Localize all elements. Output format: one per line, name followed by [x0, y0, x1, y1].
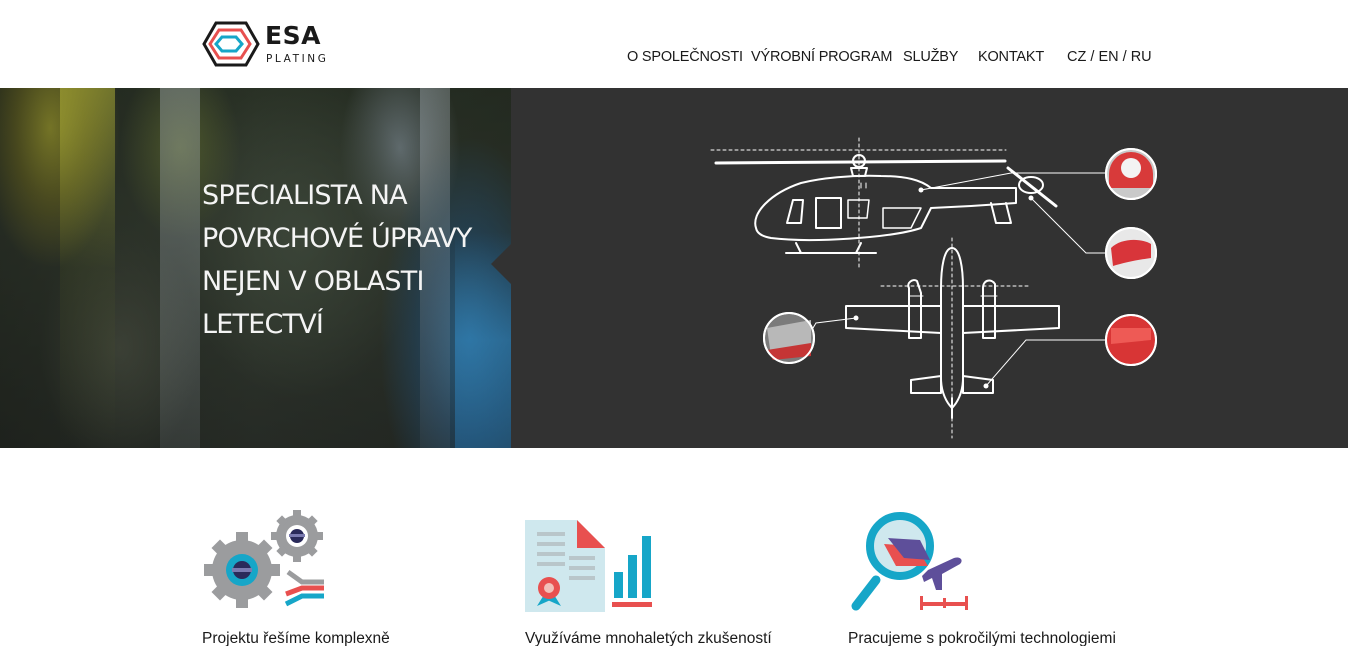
feature-item: Využíváme mnohaletých zkušeností	[525, 510, 825, 646]
lang-ru[interactable]: RU	[1131, 49, 1152, 65]
detail-photo-rotor	[1105, 148, 1157, 200]
certificate-chart-icon	[525, 520, 652, 612]
hero-title-line: LETECTVÍ	[202, 309, 324, 340]
site-header: ESA PLATING O SPOLEČNOSTI VÝROBNÍ PROGRA…	[0, 0, 1348, 88]
blueprint-panel	[511, 88, 1348, 448]
hero-title-line: NEJEN V OBLASTI	[202, 266, 424, 297]
hero-arrow	[491, 244, 511, 284]
aircraft-blueprint-illustration	[710, 137, 1157, 439]
language-switcher: CZ / EN / RU	[1067, 49, 1152, 65]
nav-item-contact[interactable]: KONTAKT	[978, 49, 1044, 65]
feature-text: Využíváme mnohaletých zkušeností	[525, 630, 772, 646]
gears-icon	[204, 510, 324, 608]
feature-item: Projektu řešíme komplexně	[202, 510, 502, 646]
feature-item: Pracujeme s pokročilými technologiemi	[848, 510, 1148, 646]
feature-text: Projektu řešíme komplexně	[202, 630, 390, 646]
nav-item-services[interactable]: SLUŽBY	[903, 49, 958, 65]
logo-name: ESA	[265, 21, 321, 50]
nav-item-about[interactable]: O SPOLEČNOSTI	[627, 49, 743, 65]
features-section: Projektu řešíme komplexně Využíváme mnoh…	[0, 448, 1348, 646]
detail-photo-cockpit	[763, 312, 815, 364]
hero-banner: SPECIALISTA NA POVRCHOVÉ ÚPRAVY NEJEN V …	[0, 88, 1348, 448]
lang-cz[interactable]: CZ	[1067, 49, 1086, 65]
nav-item-production[interactable]: VÝROBNÍ PROGRAM	[751, 49, 892, 65]
detail-photo-panel	[1105, 314, 1157, 366]
lang-separator: /	[1122, 49, 1131, 65]
main-navigation: O SPOLEČNOSTI VÝROBNÍ PROGRAM SLUŽBY KON…	[0, 49, 1348, 69]
hero-title: SPECIALISTA NA POVRCHOVÉ ÚPRAVY NEJEN V …	[202, 174, 502, 346]
detail-photo-part	[1105, 227, 1157, 279]
feature-text: Pracujeme s pokročilými technologiemi	[848, 630, 1116, 646]
hero-title-line: POVRCHOVÉ ÚPRAVY	[202, 223, 472, 254]
hero-title-line: SPECIALISTA NA	[202, 180, 408, 211]
lang-en[interactable]: EN	[1098, 49, 1118, 65]
magnifier-plane-icon	[851, 512, 968, 611]
